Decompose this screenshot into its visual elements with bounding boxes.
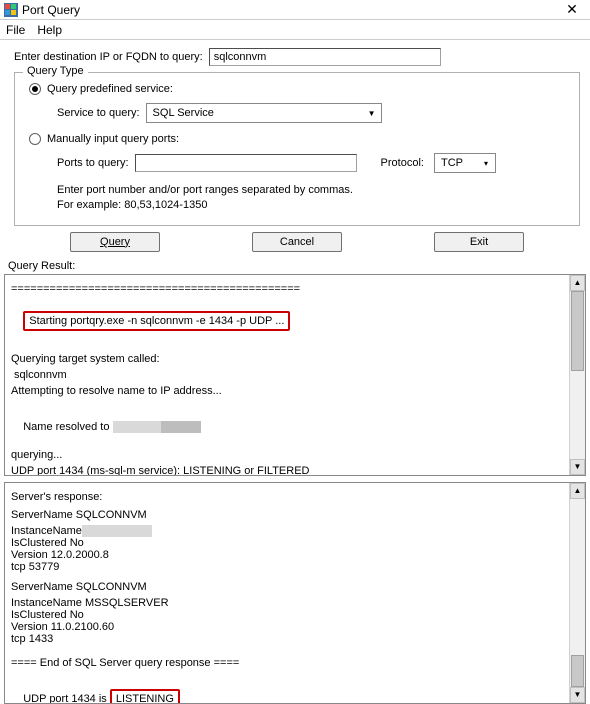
- redacted-ip: [113, 421, 161, 433]
- scroll-thumb[interactable]: [571, 291, 584, 371]
- menu-bar: File Help: [0, 20, 590, 40]
- ports-input[interactable]: [135, 154, 357, 172]
- title-bar: Port Query ✕: [0, 0, 590, 20]
- scroll-track[interactable]: [570, 291, 585, 459]
- redacted-ip: [161, 421, 201, 433]
- scrollbar[interactable]: ▲ ▼: [569, 275, 585, 475]
- destination-input[interactable]: [209, 48, 441, 66]
- radio-manual[interactable]: [29, 133, 41, 145]
- destination-label: Enter destination IP or FQDN to query:: [14, 51, 203, 63]
- cancel-button[interactable]: Cancel: [252, 232, 342, 252]
- redacted-instance: [82, 525, 152, 537]
- scroll-up-icon[interactable]: ▲: [570, 483, 585, 499]
- close-button[interactable]: ✕: [558, 2, 586, 18]
- exit-button[interactable]: Exit: [434, 232, 524, 252]
- window-title: Port Query: [22, 3, 558, 17]
- radio-predefined[interactable]: [29, 83, 41, 95]
- scroll-thumb[interactable]: [571, 655, 584, 687]
- ports-help: Enter port number and/or port ranges sep…: [57, 183, 565, 213]
- scrollbar[interactable]: ▲ ▼: [569, 483, 585, 703]
- ports-label: Ports to query:: [57, 157, 129, 169]
- protocol-value: TCP: [441, 157, 463, 169]
- chevron-down-icon: ▾: [479, 156, 493, 170]
- query-button[interactable]: Query: [70, 232, 160, 252]
- button-row: Query Cancel Exit: [14, 232, 580, 252]
- main-content: Enter destination IP or FQDN to query: Q…: [0, 40, 590, 258]
- service-select[interactable]: SQL Service ▼: [146, 103, 382, 123]
- result-pane-1: ========================================…: [4, 274, 586, 476]
- query-type-legend: Query Type: [23, 65, 88, 77]
- radio-predefined-label: Query predefined service:: [47, 83, 173, 95]
- scroll-track[interactable]: [570, 499, 585, 687]
- scroll-up-icon[interactable]: ▲: [570, 275, 585, 291]
- result-pane-2: Server's response: ServerName SQLCONNVM …: [4, 482, 586, 704]
- scroll-down-icon[interactable]: ▼: [570, 687, 585, 703]
- result-label: Query Result:: [8, 260, 590, 272]
- menu-file[interactable]: File: [6, 23, 25, 37]
- highlight-starting: Starting portqry.exe -n sqlconnvm -e 143…: [23, 311, 290, 331]
- service-value: SQL Service: [153, 107, 214, 119]
- chevron-down-icon: ▼: [365, 106, 379, 120]
- highlight-listening: LISTENING: [110, 689, 180, 704]
- service-label: Service to query:: [57, 107, 140, 119]
- protocol-select[interactable]: TCP ▾: [434, 153, 496, 173]
- radio-manual-label: Manually input query ports:: [47, 133, 179, 145]
- menu-help[interactable]: Help: [37, 23, 62, 37]
- window-icon: [4, 3, 18, 17]
- protocol-label: Protocol:: [381, 157, 424, 169]
- scroll-down-icon[interactable]: ▼: [570, 459, 585, 475]
- query-type-group: Query Type Query predefined service: Ser…: [14, 72, 580, 226]
- resolved-prefix: Name resolved to: [23, 421, 112, 433]
